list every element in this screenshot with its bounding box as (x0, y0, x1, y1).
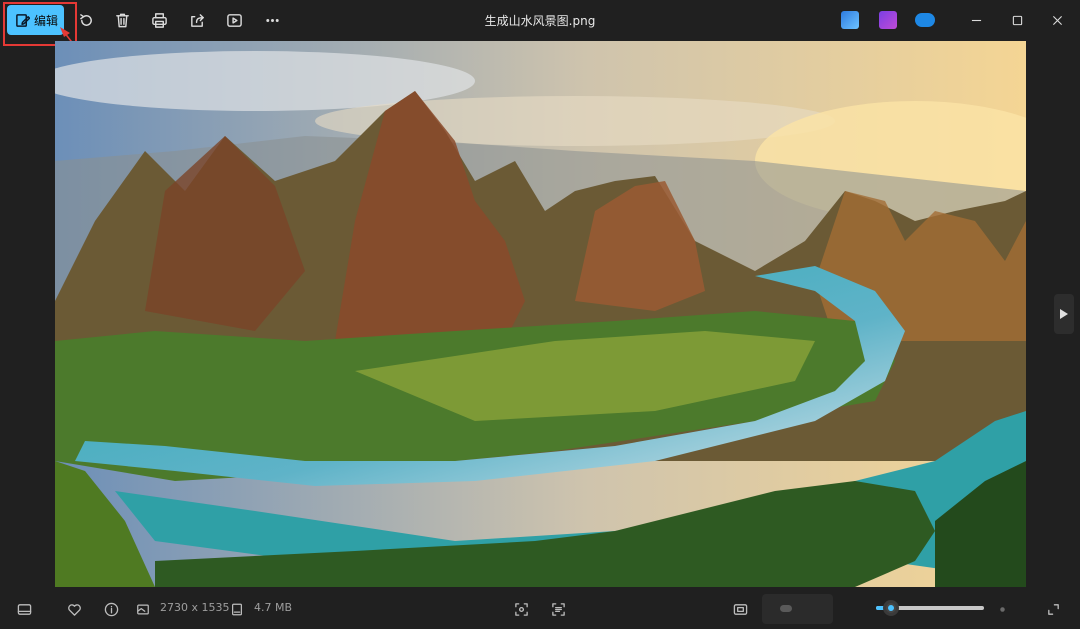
crop-fit-button[interactable] (511, 599, 531, 619)
zoom-slider-thumb[interactable] (883, 600, 899, 616)
favorite-button[interactable] (64, 599, 84, 619)
zoom-in-icon (999, 606, 1005, 612)
fullscreen-icon (1047, 603, 1059, 615)
zoom-field[interactable] (762, 594, 833, 624)
landscape-photo[interactable] (55, 41, 1026, 587)
heart-icon (67, 603, 81, 616)
file-size: 4.7 MB (254, 601, 293, 614)
fit-screen-icon (514, 602, 528, 616)
filmstrip-icon (17, 603, 31, 615)
actual-size-button[interactable] (730, 599, 750, 619)
image-dimensions: 2730 x 1535 (160, 601, 230, 614)
bottom-bar: 2730 x 1535 4.7 MB (0, 589, 1080, 629)
actual-size-icon (733, 603, 747, 615)
info-button[interactable] (101, 599, 121, 619)
dimensions-icon (136, 599, 150, 619)
zoom-indicator (780, 605, 792, 612)
info-icon (104, 602, 118, 616)
next-image-button[interactable] (1054, 294, 1074, 334)
zoom-in-button[interactable] (992, 599, 1012, 619)
text-scan-button[interactable] (548, 599, 568, 619)
scan-text-icon (551, 602, 565, 616)
landscape-illustration (55, 41, 1026, 587)
file-size-icon (230, 599, 244, 619)
fullscreen-button[interactable] (1043, 599, 1063, 619)
chevron-right-icon (1060, 309, 1068, 319)
filmstrip-button[interactable] (14, 599, 34, 619)
